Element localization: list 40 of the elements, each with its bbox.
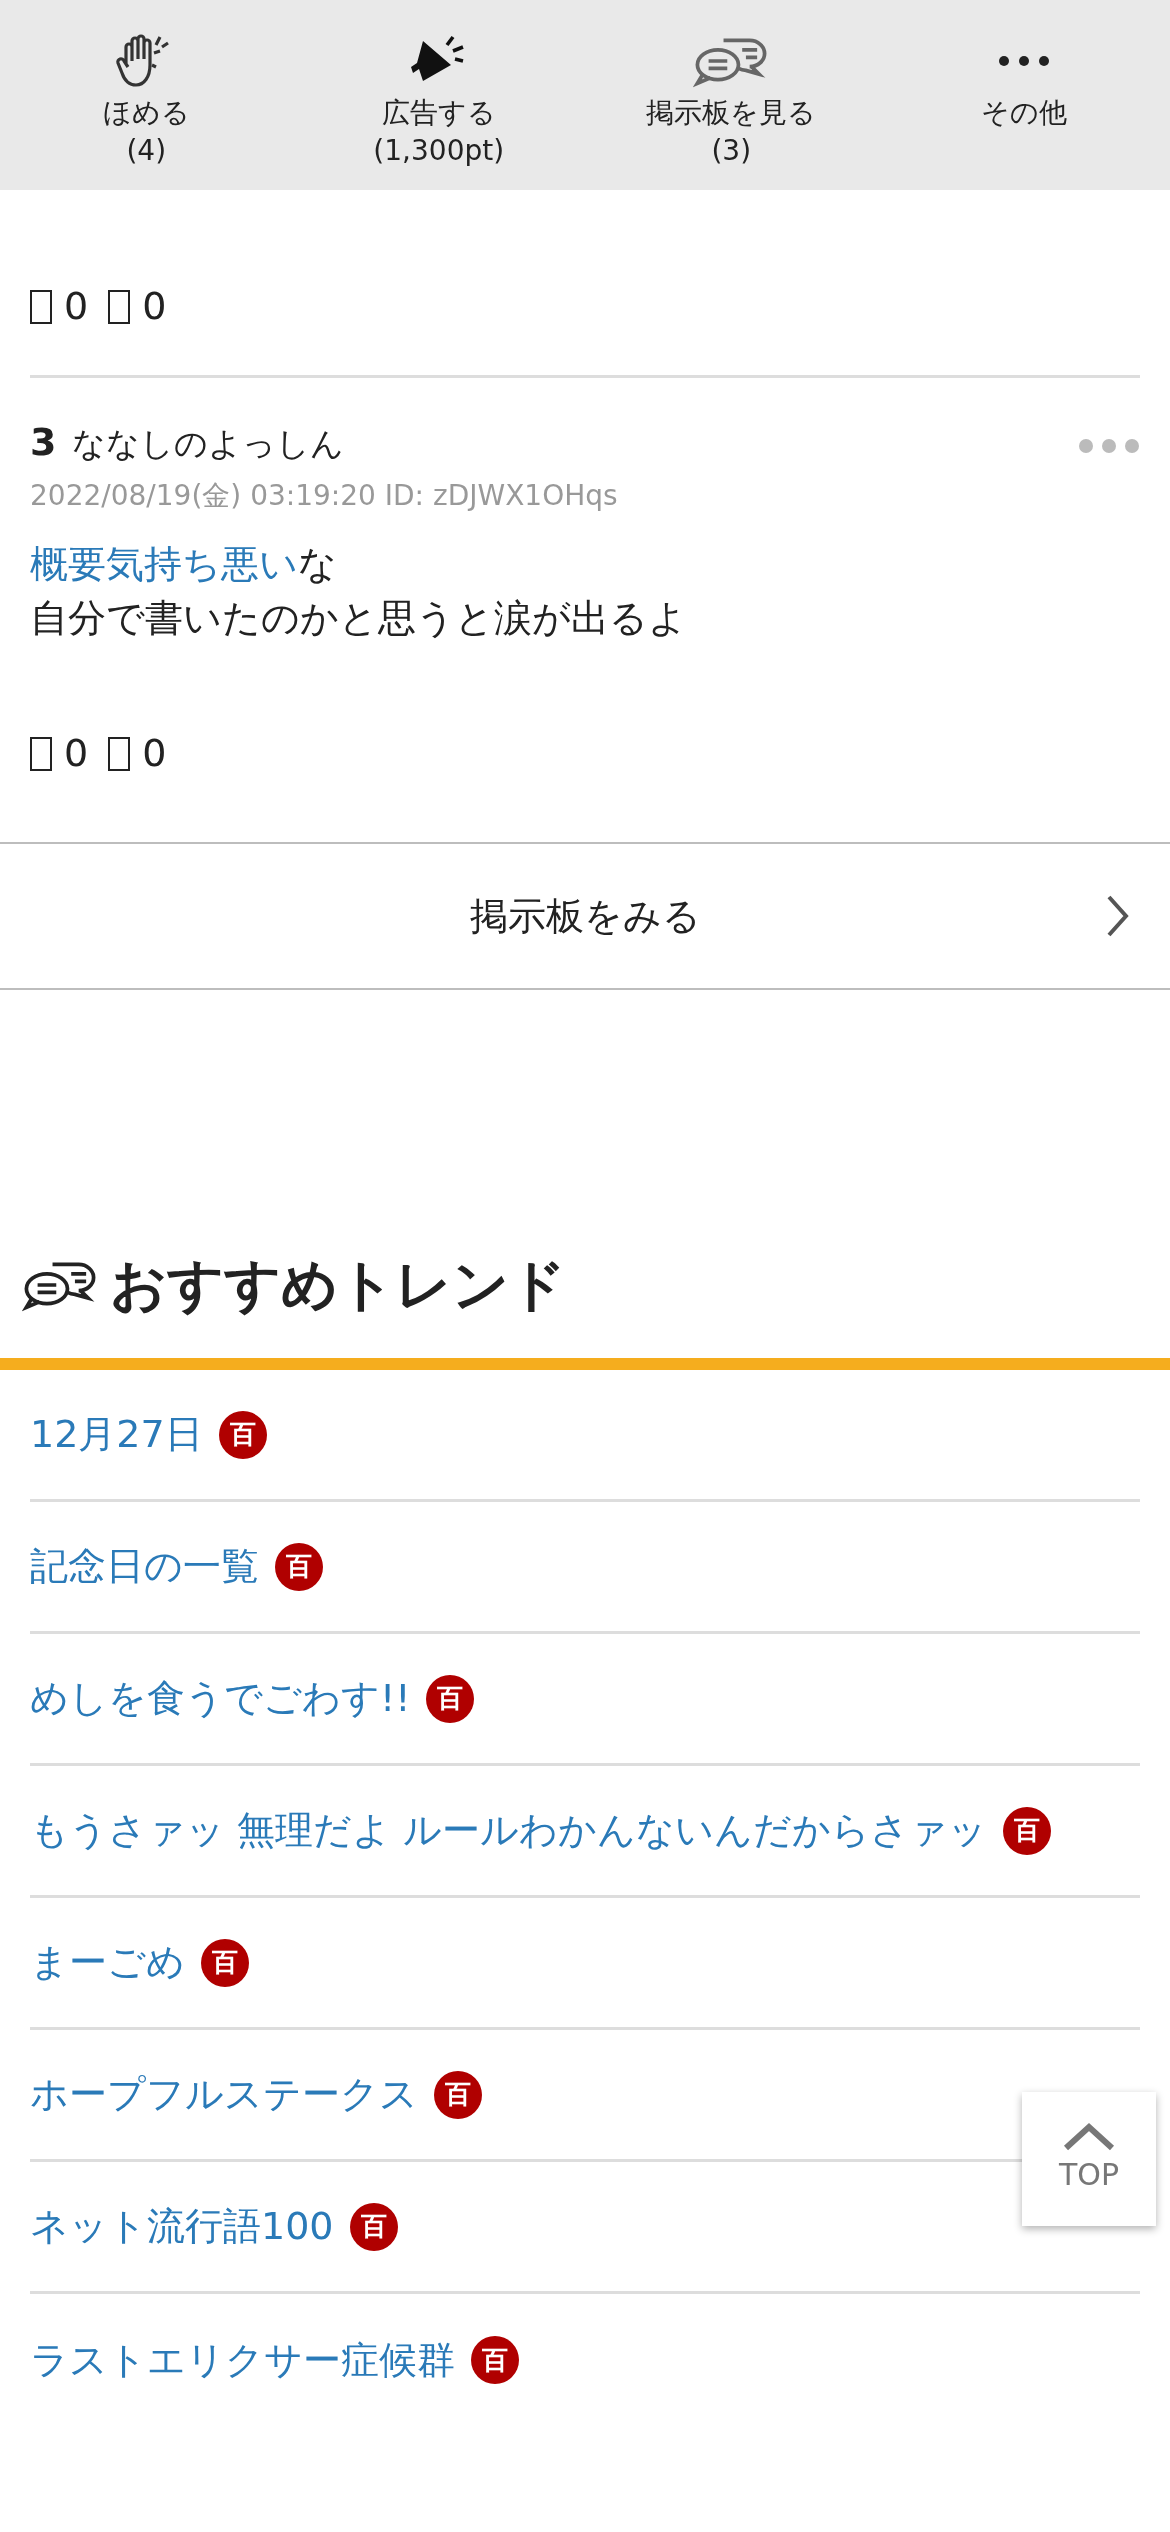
action-button[interactable]: 広告する (1,300pt) bbox=[292, 28, 585, 190]
post-number: 3 bbox=[30, 419, 57, 466]
reaction-icon[interactable] bbox=[108, 736, 131, 771]
trend-link[interactable]: まーごめ bbox=[30, 1934, 185, 1991]
chevron-right-icon bbox=[1106, 894, 1130, 938]
encyclopedia-badge: 百 bbox=[349, 2202, 398, 2251]
encyclopedia-badge: 百 bbox=[1003, 1806, 1052, 1855]
action-button[interactable]: その他 bbox=[877, 28, 1170, 190]
top-label: TOP bbox=[1059, 2155, 1119, 2194]
body-link[interactable]: 概要気持ち悪い bbox=[30, 542, 298, 586]
encyclopedia-badge: 百 bbox=[275, 1542, 323, 1591]
trend-link[interactable]: 記念日の一覧 bbox=[30, 1538, 259, 1595]
trend-link[interactable]: もうさァッ 無理だよ ルールわかんないんだからさァッ bbox=[30, 1802, 988, 1859]
body-text: 自分で書いたのかと思うと涙が出るよ bbox=[30, 596, 687, 640]
action-button[interactable]: 掲示板を見る (3) bbox=[585, 28, 878, 190]
trend-link[interactable]: ネット流行語100 bbox=[30, 2198, 334, 2255]
top-button[interactable]: TOP bbox=[1022, 2092, 1156, 2226]
encyclopedia-badge: 百 bbox=[471, 2336, 519, 2384]
encyclopedia-badge: 百 bbox=[434, 2070, 482, 2119]
encyclopedia-badge: 百 bbox=[426, 1674, 475, 1723]
trend-link[interactable]: めしを食うでごわす!! bbox=[30, 1670, 411, 1727]
reaction-count: 0 bbox=[142, 283, 167, 330]
trend-link[interactable]: ホープフルステークス bbox=[30, 2066, 418, 2123]
author-name: ななしのよっしん bbox=[72, 423, 345, 465]
reaction-icon[interactable] bbox=[30, 289, 52, 324]
post-meta: 2022/08/19(金) 03:19:20 ID: zDJWX1OHqs bbox=[30, 478, 619, 514]
body-text: な bbox=[298, 542, 337, 586]
trend-link[interactable]: ラストエリクサー症候群 bbox=[30, 2331, 455, 2389]
chevron-up-icon bbox=[1062, 2121, 1116, 2152]
encyclopedia-badge: 百 bbox=[201, 1938, 249, 1987]
reaction-icon[interactable] bbox=[30, 736, 52, 771]
reaction-icon[interactable] bbox=[108, 289, 131, 324]
reaction-count: 0 bbox=[64, 730, 89, 777]
reaction-count: 0 bbox=[64, 283, 89, 330]
action-button[interactable]: ほめる (4) bbox=[0, 28, 293, 190]
section-title: おすすめトレンド bbox=[110, 1251, 566, 1319]
board-link[interactable]: 掲示板をみる bbox=[0, 842, 1170, 990]
encyclopedia-badge: 百 bbox=[218, 1410, 267, 1459]
reaction-count: 0 bbox=[142, 730, 167, 777]
trend-link[interactable]: 12月27日 bbox=[30, 1406, 203, 1463]
